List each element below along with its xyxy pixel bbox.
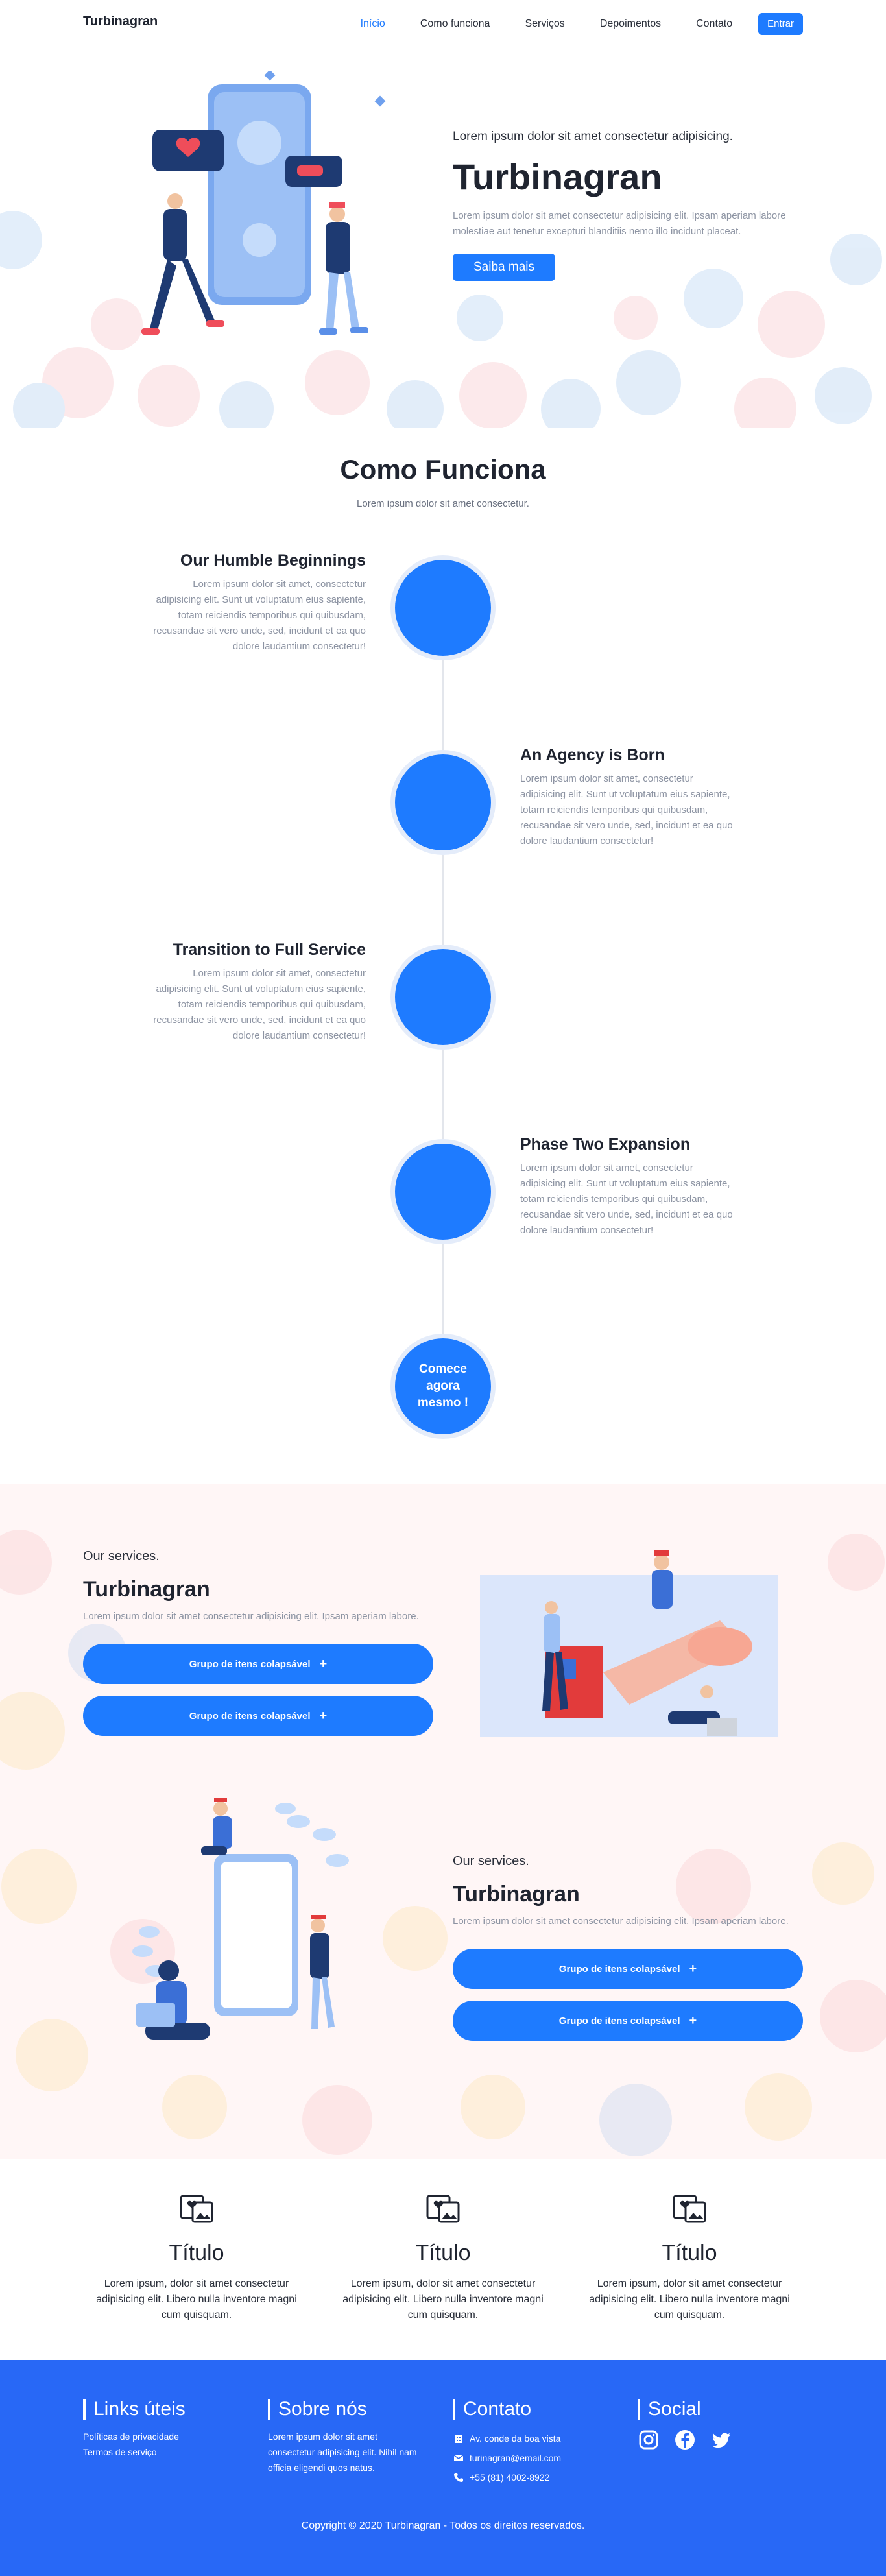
feature-card-2: Título Lorem ipsum, dolor sit amet conse… (329, 2188, 557, 2323)
building-icon (455, 2435, 462, 2443)
footer-contact-column: Contato Av. conde da boa vista turinagra… (453, 2399, 615, 2487)
feature-title: Título (169, 2241, 224, 2265)
service-kicker: Our services. (453, 1854, 529, 1868)
how-section-title: Como Funciona (340, 454, 546, 485)
services-illustration-1 (480, 1550, 778, 1737)
service-description: Lorem ipsum dolor sit amet consectetur a… (83, 1611, 419, 1622)
twitter-icon[interactable] (710, 2429, 732, 2451)
photo-heart-icon (426, 2195, 460, 2223)
timeline-step-text: Lorem ipsum dolor sit amet, consectetur … (520, 773, 733, 847)
feature-text: Lorem ipsum, dolor sit amet consectetur … (342, 2278, 544, 2320)
footer-email[interactable]: turinagran@email.com (453, 2448, 615, 2468)
footer-about-column: Sobre nós Lorem ipsum dolor sit amet con… (268, 2399, 420, 2475)
plus-icon: + (689, 2013, 697, 2028)
service-kicker: Our services. (83, 1549, 160, 1563)
timeline-circle-2 (390, 750, 496, 855)
hero-title: Turbinagran (453, 156, 662, 197)
footer-link-terms[interactable]: Termos de serviço (83, 2444, 245, 2460)
timeline-step-title: Transition to Full Service (173, 941, 366, 959)
feature-card-3: Título Lorem ipsum, dolor sit amet conse… (576, 2188, 803, 2323)
footer-column-title: Contato (453, 2399, 615, 2420)
brand-logo[interactable]: Turbinagran (83, 14, 158, 29)
saiba-mais-button[interactable]: Saiba mais (453, 254, 555, 281)
top-navbar: Turbinagran Início Como funciona Serviço… (0, 0, 886, 45)
timeline-step-4: Phase Two Expansion Lorem ipsum dolor si… (520, 1135, 738, 1238)
address-text: Av. conde da boa vista (470, 2433, 561, 2444)
how-section-subtitle: Lorem ipsum dolor sit amet consectetur. (357, 498, 529, 509)
instagram-icon[interactable] (638, 2429, 660, 2451)
footer-social-column: Social (638, 2399, 800, 2451)
nav-link-servicos[interactable]: Serviços (525, 14, 564, 34)
social-icons (638, 2429, 800, 2451)
feature-title: Título (662, 2241, 717, 2265)
nav-link-contato[interactable]: Contato (696, 14, 732, 34)
hero-kicker: Lorem ipsum dolor sit amet consectetur a… (453, 130, 733, 143)
hero-section: Lorem ipsum dolor sit amet consectetur a… (0, 45, 886, 428)
phone-text: +55 (81) 4002-8922 (470, 2472, 550, 2483)
timeline-circle-1 (390, 555, 496, 660)
timeline-step-text: Lorem ipsum dolor sit amet, consectetur … (520, 1162, 733, 1236)
footer-column-title: Sobre nós (268, 2399, 420, 2420)
timeline-circle-4 (390, 1139, 496, 1244)
footer-links-column: Links úteis Políticas de privacidade Ter… (83, 2399, 245, 2460)
footer-column-title: Links úteis (83, 2399, 245, 2420)
timeline-step-1: Our Humble Beginnings Lorem ipsum dolor … (148, 551, 366, 655)
services-illustration-2 (132, 1798, 349, 2040)
main-menu: Início Como funciona Serviços Depoimento… (326, 13, 803, 35)
photo-heart-icon (673, 2195, 706, 2223)
features-section: Título Lorem ipsum, dolor sit amet conse… (0, 2159, 886, 2360)
timeline-circle-3 (390, 945, 496, 1050)
footer: Links úteis Políticas de privacidade Ter… (0, 2360, 886, 2576)
footer-column-title: Social (638, 2399, 800, 2420)
feature-text: Lorem ipsum, dolor sit amet consectetur … (589, 2278, 790, 2320)
collapsible-group-button[interactable]: Grupo de itens colapsável + (83, 1696, 433, 1736)
photo-heart-icon (180, 2195, 213, 2223)
nav-link-como-funciona[interactable]: Como funciona (420, 14, 490, 34)
timeline-step-text: Lorem ipsum dolor sit amet, consectetur … (153, 579, 366, 652)
collapsible-group-button[interactable]: Grupo de itens colapsável + (453, 1949, 803, 1989)
page: Turbinagran Início Como funciona Serviço… (0, 0, 886, 2576)
services-section: Our services. Turbinagran Lorem ipsum do… (0, 1484, 886, 2159)
hero-illustration (141, 71, 386, 335)
plus-icon: + (689, 1961, 697, 1976)
timeline-step-title: Our Humble Beginnings (180, 551, 366, 570)
collapsible-label: Grupo de itens colapsável (189, 1710, 311, 1722)
collapsible-label: Grupo de itens colapsável (558, 2015, 680, 2027)
feature-card-1: Título Lorem ipsum, dolor sit amet conse… (83, 2188, 310, 2323)
timeline-step-title: An Agency is Born (520, 746, 665, 764)
collapsible-label: Grupo de itens colapsável (189, 1658, 311, 1670)
comece-agora-button[interactable]: Comece agora mesmo ! (390, 1334, 496, 1439)
login-button[interactable]: Entrar (758, 13, 803, 35)
hero-description: Lorem ipsum dolor sit amet consectetur a… (453, 210, 786, 237)
collapsible-group-button[interactable]: Grupo de itens colapsável + (453, 2001, 803, 2041)
nav-link-inicio[interactable]: Início (361, 14, 385, 34)
service-description: Lorem ipsum dolor sit amet consectetur a… (453, 1916, 789, 1927)
timeline-step-text: Lorem ipsum dolor sit amet, consectetur … (153, 968, 366, 1041)
facebook-icon[interactable] (674, 2429, 696, 2451)
footer-link-privacy[interactable]: Políticas de privacidade (83, 2429, 245, 2444)
feature-title: Título (415, 2241, 471, 2265)
collapsible-group-button[interactable]: Grupo de itens colapsável + (83, 1644, 433, 1684)
email-text: turinagran@email.com (470, 2453, 562, 2463)
hero-text-block: Lorem ipsum dolor sit amet consectetur a… (453, 130, 803, 281)
footer-address: Av. conde da boa vista (453, 2429, 615, 2448)
copyright-text: Copyright © 2020 Turbinagran - Todos os … (301, 2520, 585, 2531)
service-block-1: Our services. Turbinagran Lorem ipsum do… (83, 1549, 433, 1748)
feature-text: Lorem ipsum, dolor sit amet consectetur … (96, 2278, 297, 2320)
nav-link-depoimentos[interactable]: Depoimentos (600, 14, 661, 34)
collapsible-label: Grupo de itens colapsável (558, 1963, 680, 1975)
timeline-step-3: Transition to Full Service Lorem ipsum d… (148, 941, 366, 1044)
service-block-2: Our services. Turbinagran Lorem ipsum do… (453, 1854, 803, 2052)
service-title: Turbinagran (83, 1577, 210, 1602)
envelope-icon (453, 2455, 464, 2461)
timeline-step-title: Phase Two Expansion (520, 1135, 691, 1153)
service-title: Turbinagran (453, 1882, 580, 1907)
plus-icon: + (319, 1708, 328, 1723)
phone-icon (454, 2473, 463, 2482)
footer-about-text: Lorem ipsum dolor sit amet consectetur a… (268, 2431, 417, 2473)
timeline-step-2: An Agency is Born Lorem ipsum dolor sit … (520, 746, 738, 849)
footer-phone[interactable]: +55 (81) 4002-8922 (453, 2468, 615, 2487)
plus-icon: + (319, 1656, 328, 1671)
